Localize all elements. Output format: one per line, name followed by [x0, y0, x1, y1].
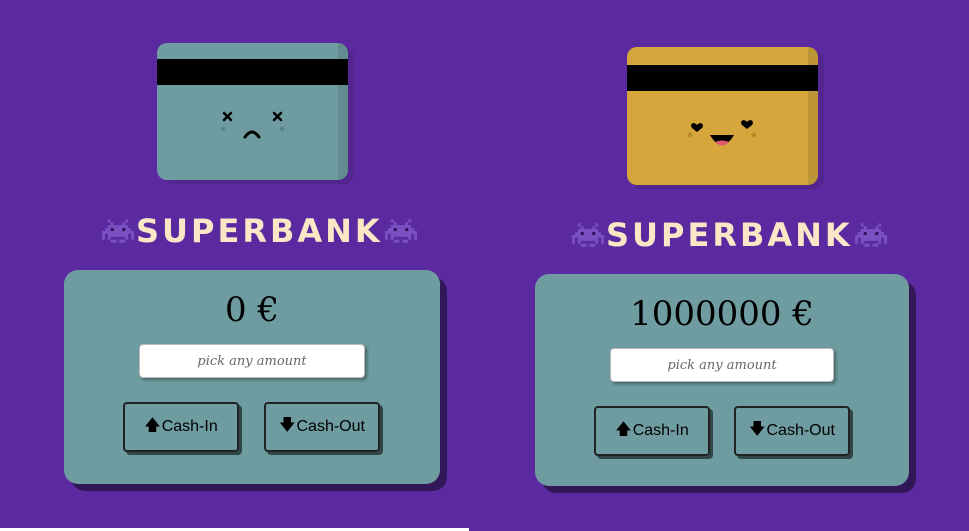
cash-in-button[interactable]: 🡅 Cash-In	[123, 402, 239, 452]
credit-card-sad	[157, 43, 348, 180]
bank-box: 0 € 🡅Cash-In 🡇Cash-Out	[64, 270, 440, 484]
alien-monster-icon	[384, 219, 417, 243]
title-text: SUPERBANK	[136, 212, 383, 250]
alien-monster-icon	[572, 223, 604, 247]
magnetic-stripe	[157, 59, 348, 85]
bank-box: 1000000 € 🡅Cash-In 🡇Cash-Out	[535, 274, 909, 486]
cash-out-button[interactable]: 🡇 Cash-Out	[264, 402, 380, 452]
credit-card-happy	[627, 47, 818, 185]
alien-monster-icon	[102, 219, 134, 243]
happy-face-icon	[687, 120, 757, 146]
bank-title: SUPERBANK	[570, 214, 887, 254]
alien-monster-icon	[854, 223, 887, 247]
magnetic-stripe	[627, 65, 818, 91]
bank-title: SUPERBANK	[100, 210, 417, 250]
title-text: SUPERBANK	[606, 216, 853, 254]
amount-input[interactable]	[139, 344, 365, 378]
balance-display: 1000000 €	[630, 294, 814, 334]
up-arrow-icon: 🡅	[144, 416, 161, 434]
sad-face-icon	[220, 111, 285, 139]
balance-display: 0 €	[224, 290, 280, 330]
down-arrow-icon: 🡇	[279, 416, 296, 434]
down-arrow-icon: 🡇	[749, 420, 766, 438]
cash-in-button[interactable]: 🡅 Cash-In	[594, 406, 710, 456]
right-bank-panel: SUPERBANK 1000000 € 🡅Cash-In 🡇Cash-Out	[470, 0, 969, 531]
left-bank-panel: SUPERBANK 0 € 🡅Cash-In 🡇Cash-Out	[0, 0, 470, 531]
up-arrow-icon: 🡅	[615, 420, 632, 438]
cash-out-button[interactable]: 🡇 Cash-Out	[734, 406, 850, 456]
amount-input[interactable]	[610, 348, 834, 382]
